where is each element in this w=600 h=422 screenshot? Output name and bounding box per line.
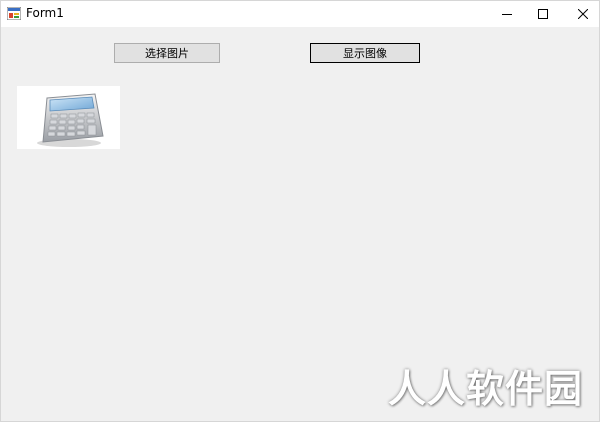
maximize-icon (538, 9, 548, 19)
maximize-button[interactable] (521, 1, 565, 27)
close-icon (578, 9, 588, 19)
picture-box[interactable] (17, 86, 120, 149)
app-icon (7, 7, 21, 20)
title-bar[interactable]: Form1 (1, 1, 599, 27)
show-image-button[interactable]: 显示图像 (310, 43, 420, 63)
form-window: Form1 选择图片 显示图像 人人软件园 (0, 0, 600, 422)
select-image-button[interactable]: 选择图片 (114, 43, 220, 63)
watermark-text: 人人软件园 (387, 367, 583, 411)
window-title: Form1 (26, 6, 64, 20)
close-button[interactable] (561, 1, 599, 27)
minimize-icon (502, 14, 512, 15)
calculator-icon (37, 93, 104, 147)
